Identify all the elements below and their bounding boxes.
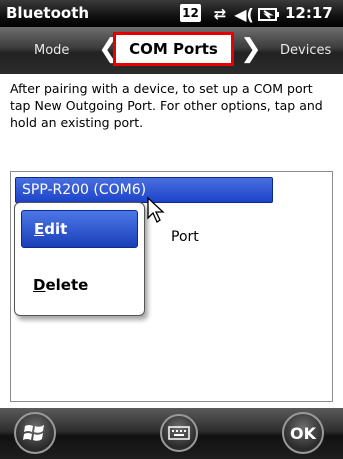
windows-start-icon[interactable] — [14, 412, 56, 454]
tab-com-ports-label: COM Ports — [129, 40, 218, 58]
tab-com-ports[interactable]: COM Ports — [113, 32, 234, 66]
clock[interactable]: 12:17 — [285, 4, 333, 22]
delete-menu-item[interactable]: Delete — [33, 276, 88, 294]
status-bar: Bluetooth 12 ⇄ ◀( 12:17 — [0, 0, 343, 27]
speaker-icon[interactable]: ◀( — [234, 4, 254, 24]
list-item-spp-r200[interactable]: SPP-R200 (COM6) — [15, 177, 273, 203]
tab-devices[interactable]: Devices — [280, 43, 331, 58]
sync-arrows-icon[interactable]: ⇄ — [209, 4, 231, 24]
battery-charging-icon[interactable] — [258, 4, 280, 24]
delete-label: elete — [45, 276, 89, 294]
tab-bar: Mode ❮ COM Ports ❯ Devices — [0, 27, 343, 74]
context-menu: Edit Delete — [14, 202, 145, 316]
keyboard-icon[interactable] — [160, 414, 198, 452]
instructions-text: After pairing with a device, to set up a… — [10, 81, 323, 130]
edit-label: dit — [44, 220, 68, 238]
ok-button[interactable]: OK — [282, 412, 324, 454]
content-area: After pairing with a device, to set up a… — [0, 74, 343, 408]
bottom-bar: OK — [0, 408, 343, 459]
notification-badge[interactable]: 12 — [180, 4, 201, 22]
edit-menu-item[interactable]: Edit — [21, 210, 138, 248]
list-item-new-outgoing-port[interactable]: Port — [171, 229, 199, 245]
app-title: Bluetooth — [6, 4, 90, 22]
tab-mode[interactable]: Mode — [34, 43, 69, 58]
edit-accelerator: E — [34, 220, 45, 238]
chevron-right-icon[interactable]: ❯ — [240, 36, 262, 62]
stylus-cursor-icon — [147, 196, 165, 223]
delete-accelerator: D — [33, 276, 46, 294]
ok-label: OK — [290, 423, 316, 443]
